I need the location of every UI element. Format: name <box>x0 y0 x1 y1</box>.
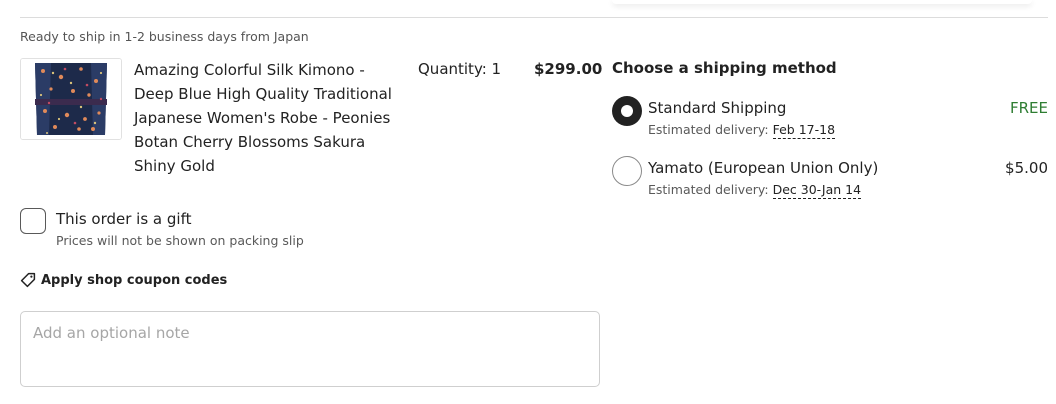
optional-note-input[interactable] <box>20 311 600 387</box>
shipping-option-estimate: Estimated delivery: Dec 30-Jan 14 <box>648 182 862 199</box>
estimate-label: Estimated delivery: <box>648 182 769 197</box>
estimate-label: Estimated delivery: <box>648 122 769 137</box>
shipping-option-name: Standard Shipping <box>648 99 787 117</box>
item-price: $299.00 <box>534 60 603 78</box>
apply-coupon-label: Apply shop coupon codes <box>41 272 228 288</box>
item-thumbnail[interactable] <box>20 58 122 140</box>
gift-checkbox[interactable] <box>20 208 46 234</box>
gift-subtext: Prices will not be shown on packing slip <box>56 233 304 248</box>
section-divider <box>20 17 1048 18</box>
shipping-option-estimate: Estimated delivery: Feb 17-18 <box>648 122 836 139</box>
shipping-option-price: $5.00 <box>1005 159 1048 177</box>
radio-selected-icon[interactable] <box>612 96 642 126</box>
radio-unselected-icon[interactable] <box>612 156 642 186</box>
gift-label[interactable]: This order is a gift <box>56 210 191 228</box>
tag-icon <box>20 272 36 288</box>
apply-coupon-link[interactable]: Apply shop coupon codes <box>20 270 227 290</box>
shipping-method-heading: Choose a shipping method <box>612 59 837 77</box>
top-panel-shadow <box>612 0 1032 4</box>
quantity-label: Quantity: 1 <box>418 60 502 78</box>
shipping-option-yamato[interactable]: Yamato (European Union Only) $5.00 Estim… <box>612 156 1048 204</box>
estimate-date[interactable]: Feb 17-18 <box>772 122 836 139</box>
shipping-option-standard[interactable]: Standard Shipping FREE Estimated deliver… <box>612 96 1048 144</box>
kimono-thumbnail-icon <box>21 59 121 139</box>
ready-to-ship-note: Ready to ship in 1-2 business days from … <box>20 29 309 44</box>
shipping-option-name: Yamato (European Union Only) <box>648 159 879 177</box>
estimate-date[interactable]: Dec 30-Jan 14 <box>772 182 862 199</box>
cart-item-section: Ready to ship in 1-2 business days from … <box>0 0 1056 404</box>
item-title-link[interactable]: Amazing Colorful Silk Kimono - Deep Blue… <box>134 58 409 178</box>
shipping-option-price: FREE <box>1009 99 1048 117</box>
